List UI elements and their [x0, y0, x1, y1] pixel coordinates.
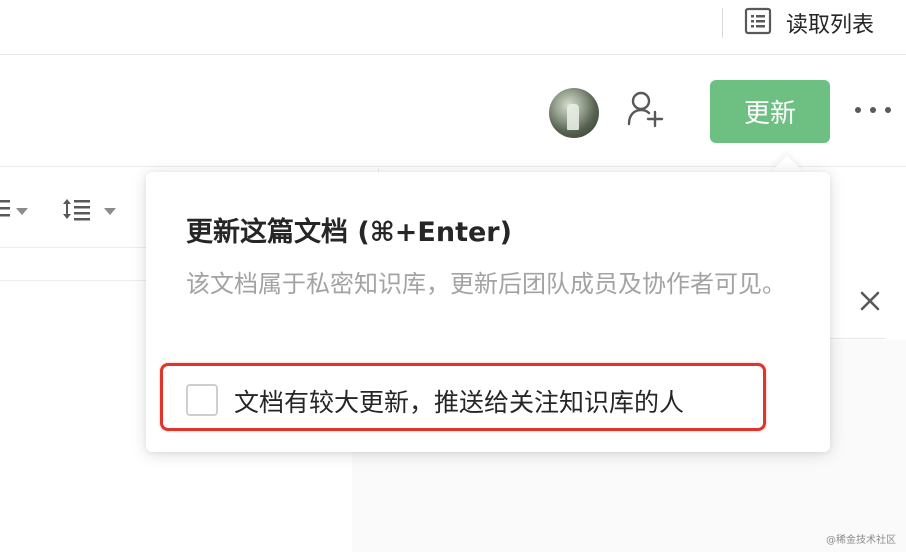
avatar[interactable] [549, 88, 599, 138]
chevron-down-icon [16, 207, 28, 215]
page: 读取列表 更新 更新这篇文档 (⌘+Enter) 该文档属于私密知识库，更新后团… [0, 0, 906, 552]
popover-description: 该文档属于私密知识库，更新后团队成员及协作者可见。 [186, 270, 786, 298]
line-spacing-icon [62, 196, 92, 226]
unordered-list-icon [0, 196, 10, 226]
list-format-dropdown[interactable] [0, 196, 28, 226]
line-spacing-dropdown[interactable] [62, 196, 116, 226]
popover-title: 更新这篇文档 (⌘+Enter) [186, 217, 512, 248]
push-notification-checkbox[interactable] [186, 384, 218, 416]
reading-list-label: 读取列表 [786, 13, 875, 38]
reading-list-button[interactable]: 读取列表 [744, 6, 874, 40]
watermark: @稀金技术社区 [826, 535, 896, 546]
push-notification-label[interactable]: 文档有较大更新，推送给关注知识库的人 [234, 383, 684, 419]
update-button[interactable]: 更新 [710, 80, 830, 143]
more-horizontal-icon [855, 107, 861, 113]
close-icon [858, 291, 882, 317]
add-user-icon [626, 91, 666, 134]
list-icon [744, 7, 772, 39]
more-button[interactable] [855, 100, 891, 120]
chevron-down-icon [104, 207, 116, 215]
top-bar-divider [722, 8, 723, 38]
side-panel-close-button[interactable] [858, 289, 882, 313]
side-panel-divider [830, 338, 885, 339]
add-collaborator-button[interactable] [626, 90, 666, 130]
